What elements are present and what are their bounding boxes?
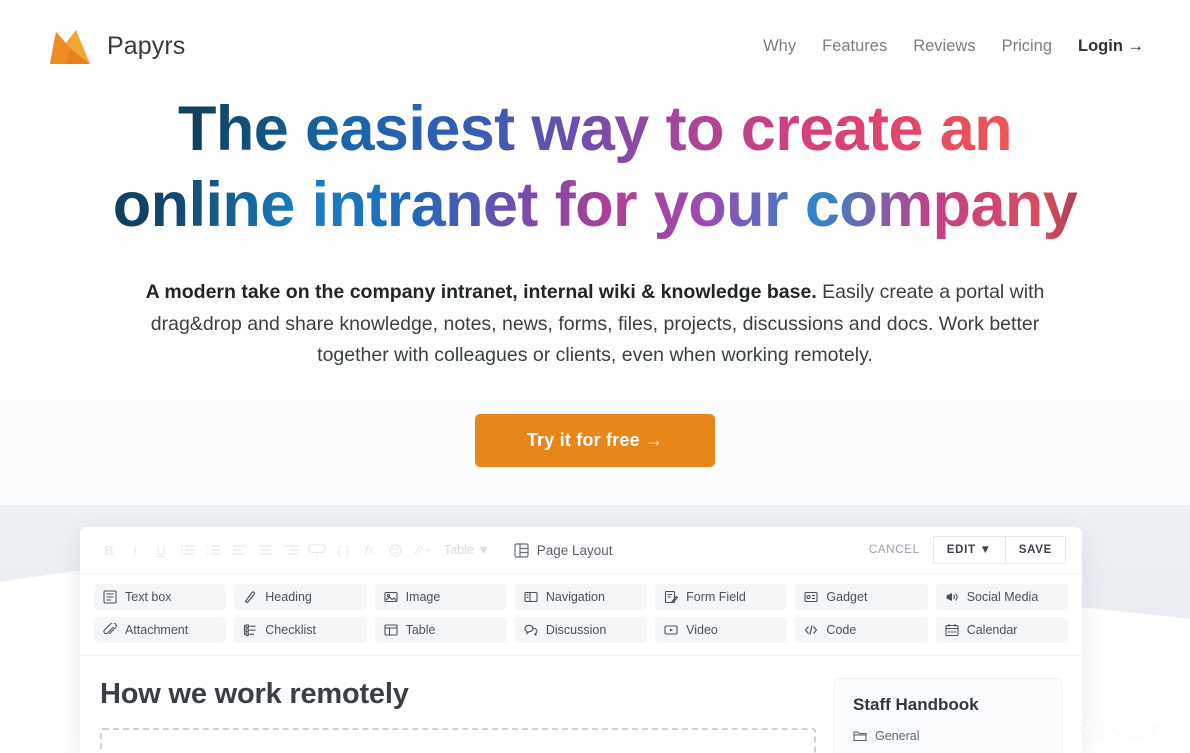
table-dropdown[interactable]: Table ▼ xyxy=(434,543,500,557)
folder-icon xyxy=(853,731,867,742)
underline-icon[interactable]: U xyxy=(148,539,174,561)
staff-handbook-card: Staff Handbook General xyxy=(834,678,1062,753)
widget-attachment[interactable]: Attachment xyxy=(94,617,227,643)
staff-handbook-title: Staff Handbook xyxy=(853,695,979,714)
code-inline-icon[interactable]: { } xyxy=(330,539,356,561)
gadget-icon xyxy=(804,591,818,603)
editor-page-body: How we work remotely Staff Handbook Gene… xyxy=(80,656,1082,753)
cta-wrapper: Try it for free → xyxy=(0,413,1190,467)
text-box-icon xyxy=(103,590,117,604)
widget-social-media[interactable]: Social Media xyxy=(935,584,1068,610)
hero-subtitle-bold: A modern take on the company intranet, i… xyxy=(145,281,817,304)
cancel-button[interactable]: CANCEL xyxy=(856,544,933,556)
nav-link-login[interactable]: Login → xyxy=(1078,37,1144,56)
pen-color-icon[interactable] xyxy=(408,539,434,561)
sidebar-item-general[interactable]: General xyxy=(853,729,1043,743)
widget-discussion[interactable]: Discussion xyxy=(514,617,648,643)
editor-dropzone[interactable] xyxy=(100,728,816,753)
hero-section: The easiest way to create an online intr… xyxy=(0,92,1190,467)
page-title: The easiest way to create an online intr… xyxy=(0,92,1190,243)
align-right-icon[interactable] xyxy=(278,539,304,561)
widget-label: Navigation xyxy=(545,590,605,604)
nav-link-why[interactable]: Why xyxy=(763,37,796,56)
table-icon xyxy=(384,624,398,636)
calendar-icon xyxy=(945,624,959,637)
bold-icon[interactable]: B xyxy=(96,539,122,561)
widget-label: Code xyxy=(826,623,857,637)
widget-checklist[interactable]: Checklist xyxy=(234,617,367,643)
widget-video[interactable]: Video xyxy=(655,617,788,643)
image-icon xyxy=(384,591,398,603)
nav-link-reviews[interactable]: Reviews xyxy=(913,37,975,56)
widget-label: Table xyxy=(405,623,436,637)
widget-image[interactable]: Image xyxy=(374,584,507,610)
form-field-icon xyxy=(665,590,679,604)
editor-toolbar: B I U {} f x Table ▼ Page Layout CANCEL… xyxy=(80,527,1082,574)
widget-label: Calendar xyxy=(966,623,1018,637)
page-layout-button[interactable]: Page Layout xyxy=(514,543,613,558)
italic-icon[interactable]: I xyxy=(122,539,148,561)
nav-link-features[interactable]: Features xyxy=(822,37,887,56)
widget-label: Video xyxy=(686,623,718,637)
emoji-icon[interactable] xyxy=(382,539,408,561)
save-button[interactable]: SAVE xyxy=(1004,536,1066,564)
link-icon[interactable] xyxy=(304,539,330,561)
headline-line-1: The easiest way to create an xyxy=(40,92,1150,168)
numbered-list-icon[interactable] xyxy=(200,539,226,561)
widget-label: Gadget xyxy=(826,590,868,604)
widget-form-field[interactable]: Form Field xyxy=(655,584,788,610)
nav-link-pricing[interactable]: Pricing xyxy=(1002,37,1052,56)
widget-label: Image xyxy=(405,590,441,604)
widget-heading[interactable]: Heading xyxy=(234,584,367,610)
widget-label: Heading xyxy=(265,590,312,604)
heading-pen-icon xyxy=(244,591,256,604)
widget-navigation[interactable]: Navigation xyxy=(514,584,648,610)
page-layout-label: Page Layout xyxy=(536,542,613,558)
navigation-icon xyxy=(524,591,538,603)
widget-code[interactable]: Code xyxy=(795,617,928,643)
video-icon xyxy=(664,625,678,635)
sidebar-item-label: General xyxy=(875,729,920,743)
headline-line-2: online intranet for your company xyxy=(40,168,1150,244)
clear-format-icon[interactable]: fx xyxy=(356,539,382,561)
editor-page-title[interactable]: How we work remotely xyxy=(100,678,816,711)
widget-label: Text box xyxy=(125,590,172,604)
widget-label: Discussion xyxy=(545,623,607,637)
bulleted-list-icon[interactable] xyxy=(174,539,200,561)
main-nav: Why Features Reviews Pricing Login → xyxy=(763,37,1144,56)
editor-page-main: How we work remotely xyxy=(100,678,816,753)
widget-calendar[interactable]: Calendar xyxy=(935,617,1068,643)
page-layout-grid-icon xyxy=(514,542,529,558)
widget-label: Checklist xyxy=(265,623,316,637)
widget-gadget[interactable]: Gadget xyxy=(795,584,928,610)
attachment-clip-icon xyxy=(103,623,117,635)
widget-table[interactable]: Table xyxy=(374,617,507,643)
site-header: Papyrs Why Features Reviews Pricing Logi… xyxy=(0,0,1190,92)
discussion-icon xyxy=(524,624,538,637)
brand-logo[interactable]: Papyrs xyxy=(46,26,185,66)
code-icon xyxy=(805,625,818,635)
widget-palette: Text box Heading Image Navigation Form F… xyxy=(80,574,1082,656)
editor-preview: B I U {} f x Table ▼ Page Layout CANCEL… xyxy=(80,527,1082,753)
editor-actions: CANCEL EDIT ▼ SAVE xyxy=(856,536,1066,564)
widget-label: Form Field xyxy=(686,590,746,604)
widget-text-box[interactable]: Text box xyxy=(94,584,227,610)
hero-subtitle: A modern take on the company intranet, i… xyxy=(90,277,1100,372)
social-media-icon xyxy=(946,593,958,601)
papyrs-logo-icon xyxy=(50,30,90,64)
widget-label: Attachment xyxy=(125,623,189,637)
checklist-icon xyxy=(244,624,256,636)
widget-label: Social Media xyxy=(966,590,1039,604)
edit-button[interactable]: EDIT ▼ xyxy=(932,536,1005,564)
align-center-icon[interactable] xyxy=(252,539,278,561)
try-free-button[interactable]: Try it for free → xyxy=(474,413,716,467)
align-left-icon[interactable] xyxy=(226,539,252,561)
brand-name: Papyrs xyxy=(107,31,186,60)
